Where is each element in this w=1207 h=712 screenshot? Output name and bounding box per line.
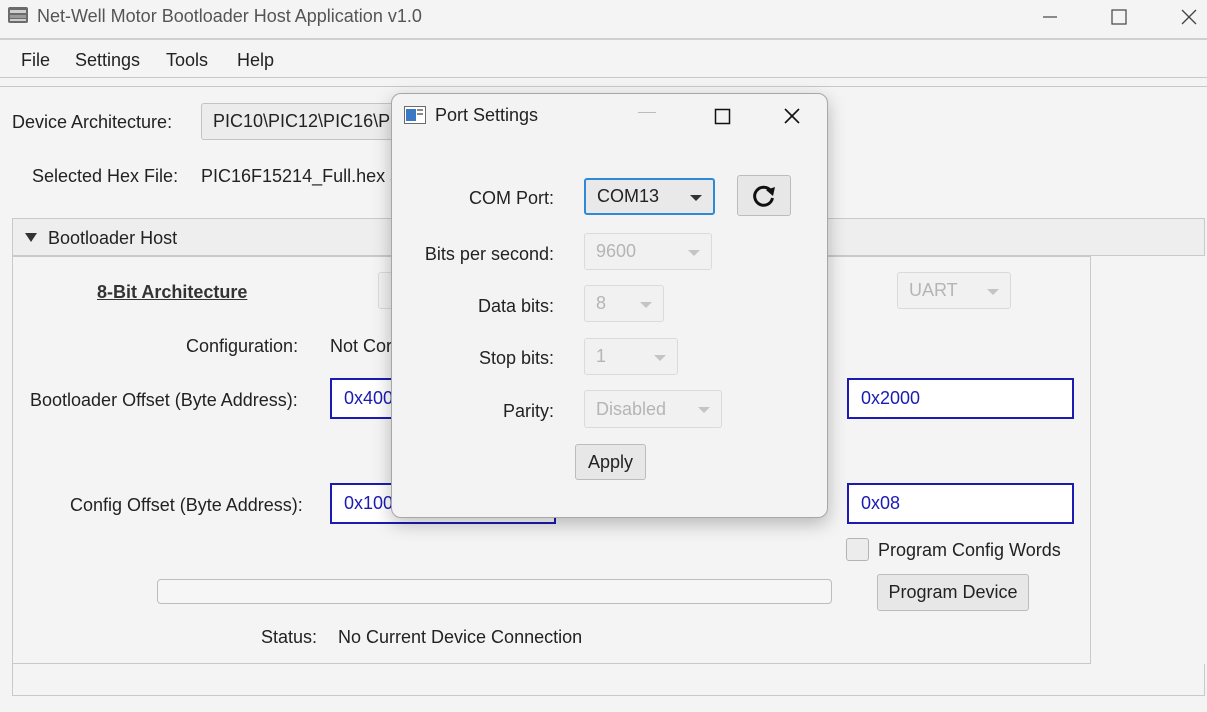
progress-bar xyxy=(157,579,832,604)
maximize-icon xyxy=(714,108,730,124)
selected-hex-label: Selected Hex File: xyxy=(32,166,179,186)
status-label: Status: xyxy=(261,627,318,647)
interface-select: UART xyxy=(897,272,1011,309)
menu-file[interactable]: File xyxy=(21,50,50,71)
selected-hex-value: PIC16F15214_Full.hex se xyxy=(201,166,391,186)
chevron-down-icon xyxy=(690,194,702,201)
stop-bits-select: 1 xyxy=(584,338,678,375)
stop-bits-value: 1 xyxy=(596,346,607,366)
window-icon xyxy=(404,106,426,124)
chevron-down-icon xyxy=(698,407,710,413)
chevron-down-icon xyxy=(654,354,666,361)
com-port-label: COM Port: xyxy=(468,188,554,208)
bits-per-second-select: 9600 xyxy=(584,233,712,270)
minimize-button[interactable] xyxy=(1020,0,1080,34)
stop-bits-label: Stop bits: xyxy=(478,348,554,368)
device-architecture-value: PIC10\PIC12\PIC16\PIC xyxy=(213,111,401,131)
data-bits-label: Data bits: xyxy=(477,296,554,316)
menu-tools[interactable]: Tools xyxy=(166,50,208,71)
parity-value: Disabled xyxy=(596,398,667,419)
data-bits-value: 8 xyxy=(596,293,607,313)
interface-value: UART xyxy=(909,280,958,300)
apply-button[interactable]: Apply xyxy=(575,444,646,480)
status-value: No Current Device Connection xyxy=(338,627,583,647)
outer-frame xyxy=(12,664,1205,696)
refresh-button[interactable] xyxy=(737,175,791,216)
close-icon xyxy=(1181,9,1197,25)
com-port-select[interactable]: COM13 xyxy=(584,178,715,215)
config-size-input[interactable]: 0x08 xyxy=(847,483,1074,524)
maximize-button[interactable] xyxy=(1089,0,1149,34)
window-title: Net-Well Motor Bootloader Host Applicati… xyxy=(37,6,422,26)
end-address-input[interactable]: 0x2000 xyxy=(847,378,1074,419)
title-bar: Net-Well Motor Bootloader Host Applicati… xyxy=(0,0,1207,40)
program-config-words-label[interactable]: Program Config Words xyxy=(878,540,1061,561)
bootloader-offset-label: Bootloader Offset (Byte Address): xyxy=(30,390,298,410)
collapse-triangle-icon xyxy=(25,233,37,242)
menu-separator-2 xyxy=(0,86,1207,87)
maximize-icon xyxy=(1111,9,1127,25)
close-button[interactable] xyxy=(1159,0,1207,34)
chip-icon xyxy=(8,7,28,23)
configuration-value: Not Cor xyxy=(330,336,392,356)
menu-settings[interactable]: Settings xyxy=(75,50,140,71)
device-architecture-label: Device Architecture: xyxy=(12,112,173,132)
chevron-down-icon xyxy=(688,249,700,256)
dialog-title: Port Settings xyxy=(435,105,539,125)
com-port-value: COM13 xyxy=(597,186,660,206)
menu-bar: File Settings Tools Help xyxy=(0,40,1207,78)
data-bits-select: 8 xyxy=(584,285,664,322)
parity-select: Disabled xyxy=(584,390,722,428)
device-architecture-select[interactable]: PIC10\PIC12\PIC16\PIC xyxy=(201,103,401,140)
architecture-heading: 8-Bit Architecture xyxy=(97,282,248,302)
bits-per-second-label: Bits per second: xyxy=(424,244,554,264)
chevron-down-icon xyxy=(640,301,652,308)
program-device-button[interactable]: Program Device xyxy=(877,574,1029,611)
close-icon xyxy=(784,108,800,124)
menu-help[interactable]: Help xyxy=(237,50,274,71)
bits-per-second-value: 9600 xyxy=(596,241,637,261)
menu-separator xyxy=(0,77,1207,78)
config-offset-value: 0x100 xyxy=(344,493,394,513)
configuration-label: Configuration: xyxy=(186,336,299,356)
parity-label: Parity: xyxy=(502,401,554,421)
config-offset-label: Config Offset (Byte Address): xyxy=(70,495,303,515)
chevron-down-icon xyxy=(987,288,999,295)
end-address-value: 0x2000 xyxy=(861,388,921,408)
program-config-words-checkbox[interactable] xyxy=(846,538,869,561)
port-settings-dialog: Port Settings COM Port: COM13 Bits per s… xyxy=(391,93,828,518)
bootloader-host-title: Bootloader Host xyxy=(48,228,178,248)
refresh-icon xyxy=(753,185,775,207)
dialog-minimize-icon xyxy=(638,112,656,113)
config-size-value: 0x08 xyxy=(861,493,901,513)
bootloader-offset-value: 0x400 xyxy=(344,388,394,408)
minimize-icon xyxy=(1043,16,1057,18)
dialog-maximize-button[interactable] xyxy=(692,94,752,138)
dialog-close-button[interactable] xyxy=(762,94,822,138)
